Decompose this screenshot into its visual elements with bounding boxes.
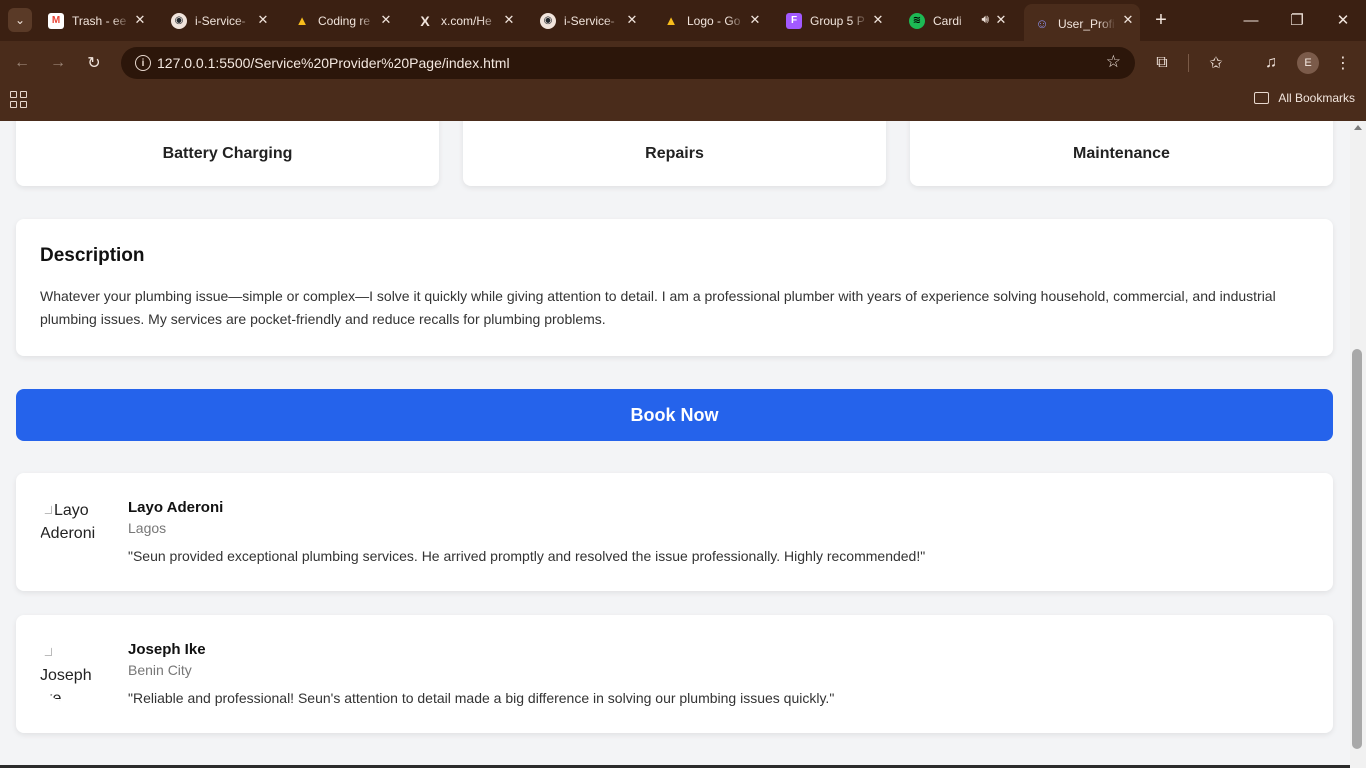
reviewer-name: Layo Aderoni <box>128 499 224 516</box>
close-tab-icon[interactable]: ✕ <box>1120 12 1136 28</box>
description-card: Description Whatever your plumbing issue… <box>16 219 1333 356</box>
scrollbar-thumb[interactable] <box>1352 349 1362 749</box>
close-tab-icon[interactable]: ✕ <box>132 12 148 28</box>
apps-grid-icon[interactable] <box>10 91 27 108</box>
github-icon: ◉ <box>540 12 556 29</box>
tab-user-profile[interactable]: ☺ User_Profi ✕ <box>1024 4 1140 41</box>
service-label: Repairs <box>645 144 704 162</box>
broken-image-icon <box>40 504 52 514</box>
tab-github[interactable]: ◉ i-Service- ✕ <box>171 6 275 35</box>
close-tab-icon[interactable]: ✕ <box>747 12 763 28</box>
tab-gmail[interactable]: M Trash - ee ✕ <box>48 6 152 35</box>
tab-drive[interactable]: ▲ Coding re ✕ <box>294 6 398 35</box>
address-bar[interactable]: i 127.0.0.1:5500/Service%20Provider%20Pa… <box>121 47 1135 79</box>
forward-button[interactable]: → <box>45 50 71 76</box>
tab-spotify[interactable]: ≋ Cardi 🔊︎ ✕ <box>909 6 1013 35</box>
close-window-button[interactable]: ✕ <box>1330 8 1356 32</box>
minimize-button[interactable]: — <box>1238 8 1264 32</box>
close-tab-icon[interactable]: ✕ <box>624 12 640 28</box>
review-card: Layo Aderoni Layo Aderoni Lagos "Seun pr… <box>16 473 1333 591</box>
bookmark-star-icon[interactable]: ☆ <box>1106 52 1121 72</box>
profile-avatar[interactable]: E <box>1297 52 1319 74</box>
menu-icon[interactable]: ⋮ <box>1330 50 1356 76</box>
tab-title: Trash - ee <box>72 13 127 28</box>
tab-github-2[interactable]: ◉ i-Service- ✕ <box>540 6 644 35</box>
reviewer-city: Lagos <box>128 520 167 536</box>
tab-drive-logo[interactable]: ▲ Logo - Go ✕ <box>663 6 767 35</box>
all-bookmarks-label: All Bookmarks <box>1278 91 1355 105</box>
x-icon: X <box>420 12 430 29</box>
tab-strip: ⌄ M Trash - ee ✕ ◉ i-Service- ✕ ▲ Coding… <box>0 0 1366 41</box>
github-icon: ◉ <box>171 12 187 29</box>
favorites-icon[interactable]: ✩ <box>1203 50 1229 76</box>
review-card: Joseph Ike Joseph Ike Benin City "Reliab… <box>16 615 1333 733</box>
reviewer-avatar: Joseph Ike <box>40 641 102 703</box>
google-drive-icon: ▲ <box>664 13 678 28</box>
close-tab-icon[interactable]: ✕ <box>993 12 1009 28</box>
toolbar-separator <box>1188 54 1189 72</box>
media-control-icon[interactable]: ♫ <box>1258 50 1284 76</box>
url-text[interactable]: 127.0.0.1:5500/Service%20Provider%20Page… <box>157 55 510 71</box>
reviewer-avatar: Layo Aderoni <box>40 499 102 561</box>
figma-icon: F <box>786 12 802 29</box>
close-tab-icon[interactable]: ✕ <box>255 12 271 28</box>
reload-button[interactable]: ↻ <box>81 50 107 76</box>
review-text: "Reliable and professional! Seun's atten… <box>128 690 835 706</box>
service-label: Maintenance <box>1073 144 1170 162</box>
tab-title: x.com/He <box>441 13 492 28</box>
user-profile-icon: ☺ <box>1035 16 1049 31</box>
reviewer-name: Joseph Ike <box>128 641 206 658</box>
page-viewport: Battery Charging Repairs Maintenance Des… <box>0 121 1350 768</box>
service-label: Battery Charging <box>162 144 293 162</box>
tab-title: Cardi <box>933 13 962 28</box>
tab-title: i-Service- <box>195 13 246 28</box>
close-tab-icon[interactable]: ✕ <box>870 12 886 28</box>
speaker-icon[interactable]: 🔊︎ <box>981 12 989 27</box>
scroll-up-arrow-icon[interactable] <box>1354 125 1362 130</box>
service-card-repairs[interactable]: Repairs <box>463 121 886 186</box>
broken-image-icon <box>40 646 52 656</box>
tab-figma[interactable]: F Group 5 P ✕ <box>786 6 890 35</box>
spotify-icon: ≋ <box>909 12 925 29</box>
restore-button[interactable]: ❐ <box>1284 8 1310 32</box>
tab-title: User_Profi <box>1058 16 1115 31</box>
tab-title: i-Service- <box>564 13 615 28</box>
book-now-button[interactable]: Book Now <box>16 389 1333 441</box>
reviewer-city: Benin City <box>128 662 192 678</box>
service-card-maintenance[interactable]: Maintenance <box>910 121 1333 186</box>
tab-title: Group 5 P <box>810 13 865 28</box>
all-bookmarks-button[interactable]: All Bookmarks <box>1254 91 1355 105</box>
tab-search-button[interactable]: ⌄ <box>8 8 32 32</box>
tab-title: Coding re <box>318 13 371 28</box>
gmail-icon: M <box>48 12 64 29</box>
tab-title: Logo - Go <box>687 13 741 28</box>
folder-icon <box>1254 92 1270 104</box>
back-button[interactable]: ← <box>9 50 35 76</box>
extensions-icon[interactable]: ⧉ <box>1149 50 1175 76</box>
description-heading: Description <box>40 245 145 266</box>
close-tab-icon[interactable]: ✕ <box>378 12 394 28</box>
avatar-alt-text: Joseph Ike <box>40 667 92 703</box>
review-text: "Seun provided exceptional plumbing serv… <box>128 548 926 564</box>
google-drive-icon: ▲ <box>295 13 309 28</box>
browser-chrome: ⌄ M Trash - ee ✕ ◉ i-Service- ✕ ▲ Coding… <box>0 0 1366 121</box>
close-tab-icon[interactable]: ✕ <box>501 12 517 28</box>
description-text: Whatever your plumbing issue—simple or c… <box>40 288 1276 327</box>
vertical-scrollbar[interactable] <box>1350 121 1366 768</box>
new-tab-button[interactable]: + <box>1150 9 1172 31</box>
site-info-icon[interactable]: i <box>135 55 151 71</box>
tab-x[interactable]: X x.com/He ✕ <box>417 6 521 35</box>
service-card-battery-charging[interactable]: Battery Charging <box>16 121 439 186</box>
